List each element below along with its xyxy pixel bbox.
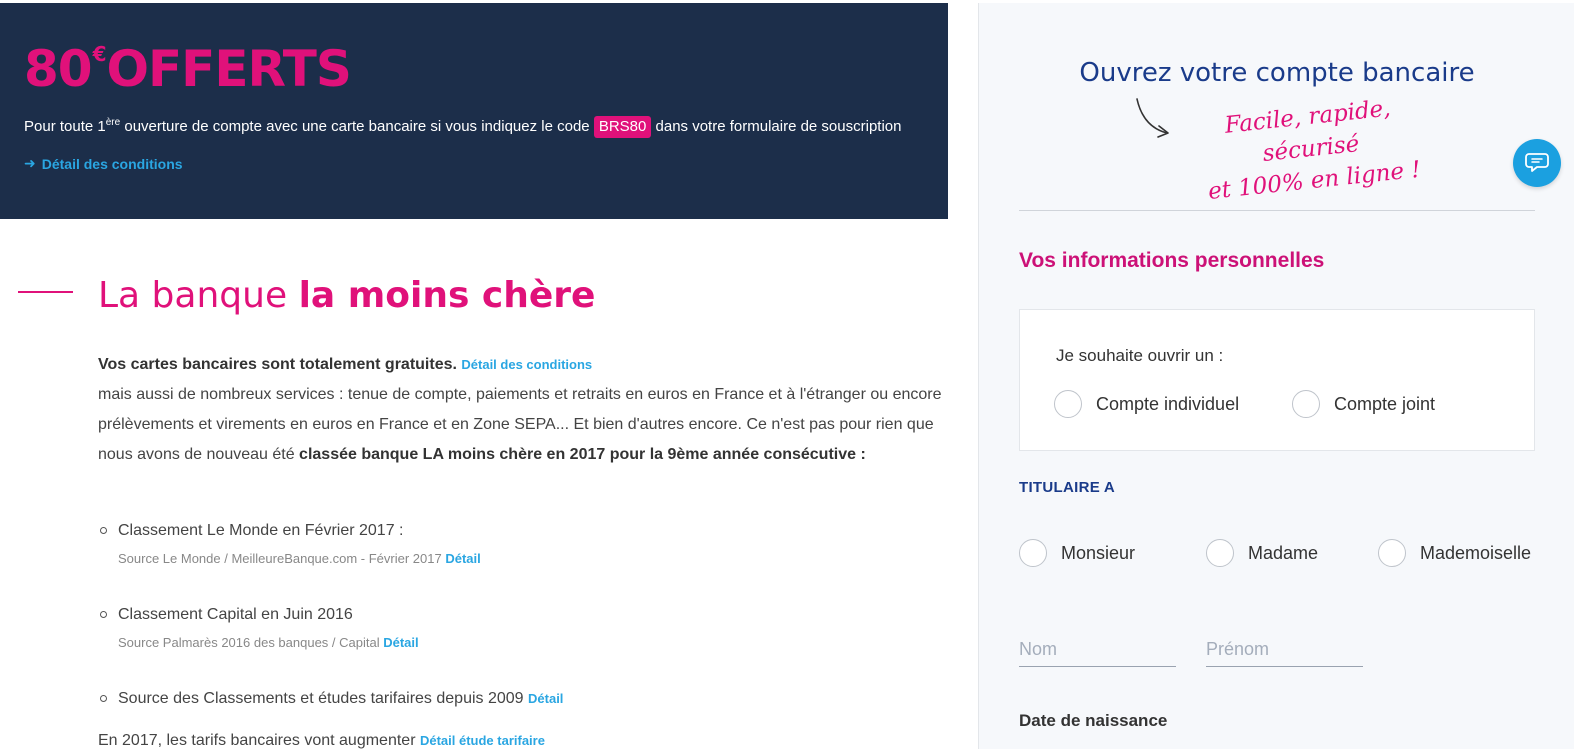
ranking-title: Classement Capital en Juin 2016: [118, 606, 353, 623]
radio-label: Mademoiselle: [1420, 542, 1532, 563]
signup-panel: Ouvrez votre compte bancaire Facile, rap…: [978, 3, 1574, 749]
bullet-icon: [100, 611, 107, 618]
tariff-note-text: En 2017, les tarifs bancaires vont augme…: [98, 732, 416, 749]
promo-amount: 80 € OFFERTS: [24, 41, 924, 97]
chat-button[interactable]: [1513, 139, 1561, 187]
intro-conditions-link[interactable]: Détail des conditions: [461, 357, 592, 372]
panel-title: Ouvrez votre compte bancaire: [1079, 58, 1475, 88]
curved-arrow-icon: [1136, 98, 1169, 138]
radio-compte-joint[interactable]: Compte joint: [1292, 390, 1435, 418]
radio-circle[interactable]: [1378, 539, 1406, 567]
radio-label: Monsieur: [1061, 542, 1136, 563]
promo-link-label: Détail des conditions: [41, 155, 183, 172]
promo-text-part: Pour toute 1: [24, 118, 106, 135]
radio-circle[interactable]: [1292, 390, 1320, 418]
promo-text-sup: ère: [105, 117, 121, 128]
promo-amount-value: 80: [24, 40, 93, 98]
title-decoration-line: [18, 291, 73, 293]
promo-text-part: dans votre formulaire de souscription: [651, 118, 902, 135]
ranking-list: Classement Le Monde en Février 2017 : So…: [98, 518, 948, 712]
radio-mademoiselle[interactable]: Mademoiselle: [1378, 539, 1531, 567]
radio-label: Madame: [1248, 542, 1319, 563]
radio-madame[interactable]: Madame: [1206, 539, 1318, 567]
radio-compte-individuel[interactable]: Compte individuel: [1054, 390, 1239, 418]
prenom-input[interactable]: [1206, 639, 1363, 666]
tariff-study-link[interactable]: Détail étude tarifaire: [420, 733, 545, 748]
title-light: La banque: [98, 275, 299, 316]
intro-body-bold: classée banque LA moins chère en 2017 po…: [299, 446, 866, 463]
ranking-title: Classement Le Monde en Février 2017 :: [118, 522, 404, 539]
ranking-source-text: Source Le Monde / MeilleureBanque.com - …: [118, 551, 442, 566]
radio-circle[interactable]: [1019, 539, 1047, 567]
section-title: Vos informations personnelles: [1019, 249, 1325, 272]
nom-input[interactable]: [1019, 639, 1176, 666]
promo-offered: OFFERTS: [106, 40, 352, 98]
arrow-right-icon: ➜: [24, 155, 36, 171]
nom-field[interactable]: [1019, 639, 1176, 667]
intro-lead: Vos cartes bancaires sont totalement gra…: [98, 356, 457, 373]
bullet-icon: [100, 527, 107, 534]
radio-label: Compte individuel: [1096, 393, 1240, 414]
promo-code-badge: BRS80: [593, 116, 652, 138]
promo-conditions-link[interactable]: ➜ Détail des conditions: [24, 155, 924, 172]
dob-label: Date de naissance: [1019, 711, 1168, 730]
promo-banner: 80 € OFFERTS Pour toute 1ère ouverture de …: [0, 3, 948, 219]
promo-description: Pour toute 1ère ouverture de compte avec…: [24, 111, 904, 139]
bullet-icon: [100, 695, 107, 702]
radio-circle[interactable]: [1206, 539, 1234, 567]
promo-currency: €: [92, 42, 107, 66]
panel-divider: [1019, 210, 1535, 211]
page-title: La banque la moins chère: [98, 272, 595, 320]
ranking-source: Source Le Monde / MeilleureBanque.com - …: [118, 544, 948, 574]
tariff-note: En 2017, les tarifs bancaires vont augme…: [98, 728, 545, 754]
account-question: Je souhaite ouvrir un :: [1056, 346, 1224, 365]
ranking-source-text: Source Palmarès 2016 des banques / Capit…: [118, 635, 380, 650]
chat-icon: [1525, 153, 1549, 172]
ranking-title: Source des Classements et études tarifai…: [118, 690, 524, 707]
tagline: Facile, rapide, sécurisé et 100% en lign…: [1187, 89, 1436, 210]
radio-monsieur[interactable]: Monsieur: [1019, 539, 1135, 567]
list-item: Classement Le Monde en Février 2017 : So…: [98, 518, 948, 574]
ranking-detail-link[interactable]: Détail: [445, 551, 480, 566]
prenom-field[interactable]: [1206, 639, 1363, 667]
promo-text-part: ouverture de compte avec une carte banca…: [120, 118, 594, 135]
titulaire-label: TITULAIRE A: [1019, 479, 1116, 496]
list-item: Source des Classements et études tarifai…: [98, 686, 948, 712]
radio-label: Compte joint: [1334, 393, 1436, 414]
radio-circle[interactable]: [1054, 390, 1082, 418]
ranking-detail-link[interactable]: Détail: [383, 635, 418, 650]
account-type-box: Je souhaite ouvrir un : Compte individue…: [1019, 309, 1535, 451]
title-bold: la moins chère: [298, 275, 596, 316]
intro-paragraph: Vos cartes bancaires sont totalement gra…: [98, 350, 948, 470]
ranking-source: Source Palmarès 2016 des banques / Capit…: [118, 628, 948, 658]
ranking-detail-link[interactable]: Détail: [528, 691, 563, 706]
list-item: Classement Capital en Juin 2016 Source P…: [98, 602, 948, 658]
